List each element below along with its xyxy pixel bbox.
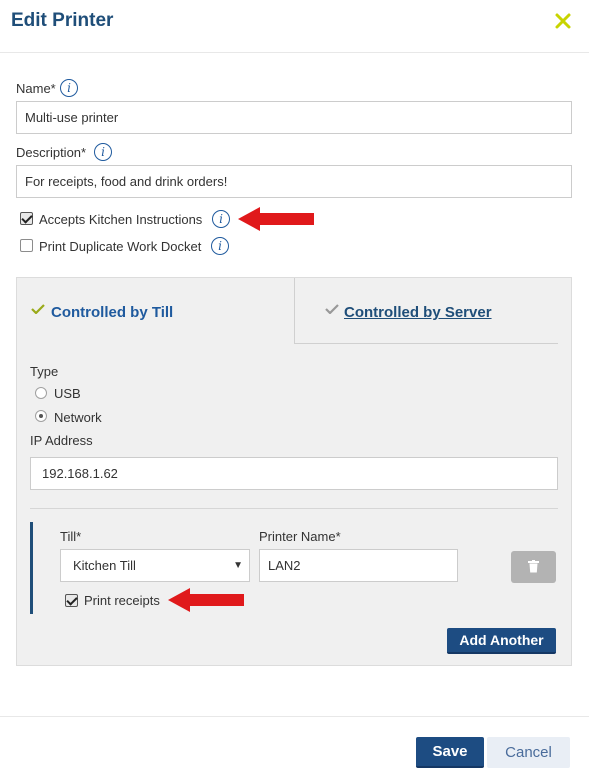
close-icon[interactable] (552, 10, 574, 32)
tab-controlled-by-server-label: Controlled by Server (344, 304, 492, 321)
till-label: Till* (60, 529, 82, 544)
accepts-kitchen-instructions-checkbox[interactable] (20, 212, 33, 225)
trash-icon (528, 560, 539, 573)
name-info-icon[interactable]: i (60, 79, 78, 97)
add-another-button[interactable]: Add Another (447, 628, 556, 654)
duplicate-docket-info-icon[interactable]: i (211, 237, 229, 255)
divider (30, 508, 558, 509)
dialog-header: Edit Printer (0, 0, 589, 53)
tab-controlled-by-till[interactable]: Controlled by Till (17, 278, 294, 344)
till-select[interactable]: Kitchen Till ▼ (60, 549, 250, 582)
usb-radio-label[interactable]: USB (54, 386, 81, 401)
red-arrow-icon (238, 207, 314, 231)
caret-down-icon: ▼ (233, 560, 243, 571)
description-label: Description* (16, 145, 87, 160)
check-icon (31, 304, 45, 314)
till-entry-accent-bar (30, 522, 33, 614)
kitchen-instructions-info-icon[interactable]: i (212, 210, 230, 228)
network-radio[interactable] (35, 410, 47, 422)
print-receipts-checkbox[interactable] (65, 594, 78, 607)
dialog-title: Edit Printer (11, 10, 114, 31)
ip-address-input[interactable] (30, 457, 558, 490)
cancel-button[interactable]: Cancel (487, 737, 570, 768)
description-info-icon[interactable]: i (94, 143, 112, 161)
description-input[interactable] (16, 165, 572, 198)
accepts-kitchen-instructions-label[interactable]: Accepts Kitchen Instructions (39, 212, 202, 227)
usb-radio[interactable] (35, 387, 47, 399)
red-arrow-icon (168, 588, 244, 612)
tab-controlled-by-till-label: Controlled by Till (51, 304, 174, 321)
print-duplicate-work-docket-label[interactable]: Print Duplicate Work Docket (39, 239, 201, 254)
till-select-value: Kitchen Till (73, 558, 136, 573)
network-radio-label[interactable]: Network (54, 410, 102, 425)
ip-address-label: IP Address (30, 433, 93, 448)
printer-name-input[interactable] (259, 549, 458, 582)
name-input[interactable] (16, 101, 572, 134)
print-receipts-label[interactable]: Print receipts (84, 593, 160, 608)
name-label: Name* (16, 81, 56, 96)
footer-divider (0, 716, 589, 717)
check-icon (325, 304, 339, 314)
delete-till-button[interactable] (511, 551, 556, 583)
type-label: Type (30, 364, 59, 379)
printer-control-panel: Controlled by Till Controlled by Server … (16, 277, 572, 666)
tab-controlled-by-server[interactable]: Controlled by Server (294, 278, 558, 344)
save-button[interactable]: Save (416, 737, 484, 768)
printer-name-label: Printer Name* (259, 529, 341, 544)
print-duplicate-work-docket-checkbox[interactable] (20, 239, 33, 252)
